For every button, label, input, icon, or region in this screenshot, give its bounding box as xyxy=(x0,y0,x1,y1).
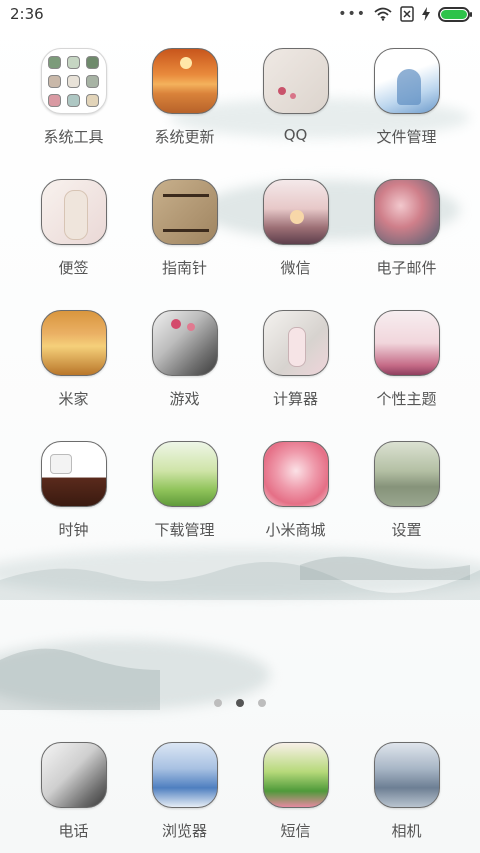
app-grid: 系统工具 系统更新 QQ 文件管理 便签 指南针 微信 电子邮件 米家 游戏 计… xyxy=(18,48,462,572)
charging-icon xyxy=(422,7,430,21)
no-sim-icon xyxy=(400,6,414,22)
app-label: 短信 xyxy=(280,822,311,840)
status-time: 2:36 xyxy=(10,5,44,23)
app-label: 计算器 xyxy=(272,390,318,408)
status-bar: 2:36 ••• xyxy=(0,0,480,28)
email-icon xyxy=(373,179,440,245)
app-settings[interactable]: 设置 xyxy=(351,441,462,572)
app-label: 米家 xyxy=(58,390,89,408)
folder-icon xyxy=(40,48,107,114)
app-themes[interactable]: 个性主题 xyxy=(351,310,462,441)
wifi-icon xyxy=(374,7,392,21)
clock-icon xyxy=(40,441,107,507)
app-mi-store[interactable]: 小米商城 xyxy=(240,441,351,572)
app-games[interactable]: 游戏 xyxy=(129,310,240,441)
app-qq[interactable]: QQ xyxy=(240,48,351,179)
page-dot-active[interactable] xyxy=(236,699,244,707)
wechat-icon xyxy=(262,179,329,245)
app-notes[interactable]: 便签 xyxy=(18,179,129,310)
mijia-icon xyxy=(40,310,107,376)
app-downloads[interactable]: 下载管理 xyxy=(129,441,240,572)
page-indicator[interactable] xyxy=(0,699,480,707)
downloads-icon xyxy=(151,441,218,507)
app-label: 便签 xyxy=(58,259,89,277)
app-system-update[interactable]: 系统更新 xyxy=(129,48,240,179)
more-notifications-icon: ••• xyxy=(338,6,366,22)
app-system-tools[interactable]: 系统工具 xyxy=(18,48,129,179)
app-label: 游戏 xyxy=(169,390,200,408)
app-label: 文件管理 xyxy=(376,128,437,146)
app-label: 指南针 xyxy=(161,259,207,277)
app-label: 时钟 xyxy=(58,521,89,539)
dock-phone[interactable]: 电话 xyxy=(18,742,129,841)
page-dot[interactable] xyxy=(214,699,222,707)
app-label: 电话 xyxy=(58,822,89,840)
settings-icon xyxy=(373,441,440,507)
qq-icon xyxy=(262,48,329,114)
app-mijia[interactable]: 米家 xyxy=(18,310,129,441)
calculator-icon xyxy=(262,310,329,376)
app-label: 相机 xyxy=(391,822,422,840)
app-clock[interactable]: 时钟 xyxy=(18,441,129,572)
app-label: 小米商城 xyxy=(265,521,326,539)
notes-icon xyxy=(40,179,107,245)
app-label: QQ xyxy=(283,126,308,144)
dock-messages[interactable]: 短信 xyxy=(240,742,351,841)
app-label: 微信 xyxy=(280,259,311,277)
dock-browser[interactable]: 浏览器 xyxy=(129,742,240,841)
mi-store-icon xyxy=(262,441,329,507)
compass-icon xyxy=(151,179,218,245)
app-label: 设置 xyxy=(391,521,422,539)
games-icon xyxy=(151,310,218,376)
app-compass[interactable]: 指南针 xyxy=(129,179,240,310)
app-label: 浏览器 xyxy=(161,822,207,840)
app-label: 系统工具 xyxy=(43,128,104,146)
page-dot[interactable] xyxy=(258,699,266,707)
browser-icon xyxy=(151,742,218,808)
themes-icon xyxy=(373,310,440,376)
app-email[interactable]: 电子邮件 xyxy=(351,179,462,310)
phone-icon xyxy=(40,742,107,808)
app-calculator[interactable]: 计算器 xyxy=(240,310,351,441)
app-label: 系统更新 xyxy=(154,128,215,146)
app-label: 下载管理 xyxy=(154,521,215,539)
file-manager-icon xyxy=(373,48,440,114)
dock: 电话 浏览器 短信 相机 xyxy=(18,742,462,841)
camera-icon xyxy=(373,742,440,808)
app-wechat[interactable]: 微信 xyxy=(240,179,351,310)
app-file-manager[interactable]: 文件管理 xyxy=(351,48,462,179)
app-label: 电子邮件 xyxy=(376,259,437,277)
dock-camera[interactable]: 相机 xyxy=(351,742,462,841)
sunset-lake-icon xyxy=(151,48,218,114)
messages-icon xyxy=(262,742,329,808)
app-label: 个性主题 xyxy=(376,390,437,408)
battery-icon xyxy=(438,6,472,22)
